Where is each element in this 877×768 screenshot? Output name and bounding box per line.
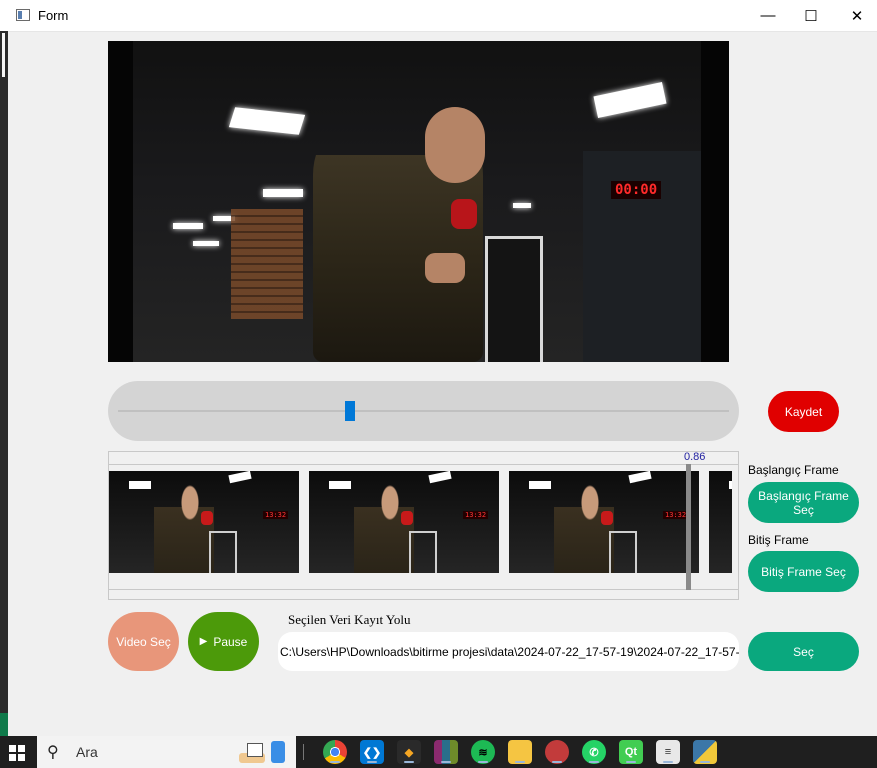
python-icon[interactable] xyxy=(693,740,717,764)
save-button[interactable]: Kaydet xyxy=(768,391,839,432)
minimize-button[interactable]: — xyxy=(745,0,791,31)
background-window-edge xyxy=(0,31,8,736)
pause-button[interactable]: ▶ Pause xyxy=(188,612,259,671)
search-icon: ⚲ xyxy=(47,744,59,761)
whatsapp-icon[interactable]: ✆ xyxy=(582,740,606,764)
video-frame: 00:00 xyxy=(133,41,701,362)
video-clock: 00:00 xyxy=(611,181,662,199)
play-icon: ▶ xyxy=(199,636,208,647)
app-icon xyxy=(16,9,30,21)
frame-thumbnail: 13:32 xyxy=(509,471,699,573)
video-select-button[interactable]: Video Seç xyxy=(108,612,179,671)
search-placeholder: Ara xyxy=(76,744,98,760)
thumb-clock: 13:32 xyxy=(663,511,689,519)
windows-start-icon[interactable] xyxy=(9,745,25,761)
taskbar-divider xyxy=(303,744,304,760)
thumb-clock: 13:32 xyxy=(263,511,289,519)
video-position-slider[interactable] xyxy=(108,381,739,441)
paint-icon[interactable] xyxy=(545,740,569,764)
save-path-field[interactable]: C:\Users\HP\Downloads\bitirme projesi\da… xyxy=(278,632,739,671)
winrar-icon[interactable] xyxy=(434,740,458,764)
spotify-icon[interactable]: ≋ xyxy=(471,740,495,764)
frame-thumbnail xyxy=(709,471,732,573)
chrome-icon[interactable] xyxy=(323,740,347,764)
window-title: Form xyxy=(38,8,69,23)
close-button[interactable]: ✕ xyxy=(834,0,877,31)
end-frame-select-button[interactable]: Bitiş Frame Seç xyxy=(748,551,859,592)
end-frame-label: Bitiş Frame xyxy=(748,533,809,547)
taskbar: ⚲ Ara ❮❯ ◆ ≋ ✆ Qt ≡ xyxy=(0,736,877,768)
close-icon: ✕ xyxy=(850,7,864,25)
title-bar: Form — ☐ ✕ xyxy=(0,0,877,32)
start-frame-label: Başlangıç Frame xyxy=(748,463,839,477)
pause-button-label: Pause xyxy=(213,634,248,649)
save-path-label: Seçilen Veri Kayıt Yolu xyxy=(288,612,411,627)
vscode-icon[interactable]: ❮❯ xyxy=(360,740,384,764)
qt-designer-icon[interactable]: Qt xyxy=(619,740,643,764)
select-path-button[interactable]: Seç xyxy=(748,632,859,671)
slider-groove xyxy=(118,410,729,412)
start-frame-select-button[interactable]: Başlangıç Frame Seç xyxy=(748,482,859,523)
timeline-marker[interactable] xyxy=(686,464,691,590)
slider-handle[interactable] xyxy=(345,401,356,421)
timeline-marker-value: 0.86 xyxy=(684,451,706,463)
frame-thumbnail: 13:32 xyxy=(309,471,499,573)
maximize-button[interactable]: ☐ xyxy=(788,0,834,31)
maximize-icon: ☐ xyxy=(804,7,818,25)
minimize-icon: — xyxy=(760,7,776,24)
frame-timeline[interactable]: 13:32 13:32 13:32 0.86 xyxy=(108,451,739,600)
video-player: 00:00 xyxy=(108,41,729,362)
frame-thumbnail: 13:32 xyxy=(109,471,299,573)
frame-thumbnails: 13:32 13:32 13:32 xyxy=(109,471,732,573)
taskbar-search[interactable]: ⚲ Ara xyxy=(37,736,296,768)
notepad-icon[interactable]: ≡ xyxy=(656,740,680,764)
file-explorer-icon[interactable] xyxy=(508,740,532,764)
thumb-clock: 13:32 xyxy=(463,511,489,519)
search-highlight-icon xyxy=(237,739,293,765)
git-icon[interactable]: ◆ xyxy=(397,740,421,764)
